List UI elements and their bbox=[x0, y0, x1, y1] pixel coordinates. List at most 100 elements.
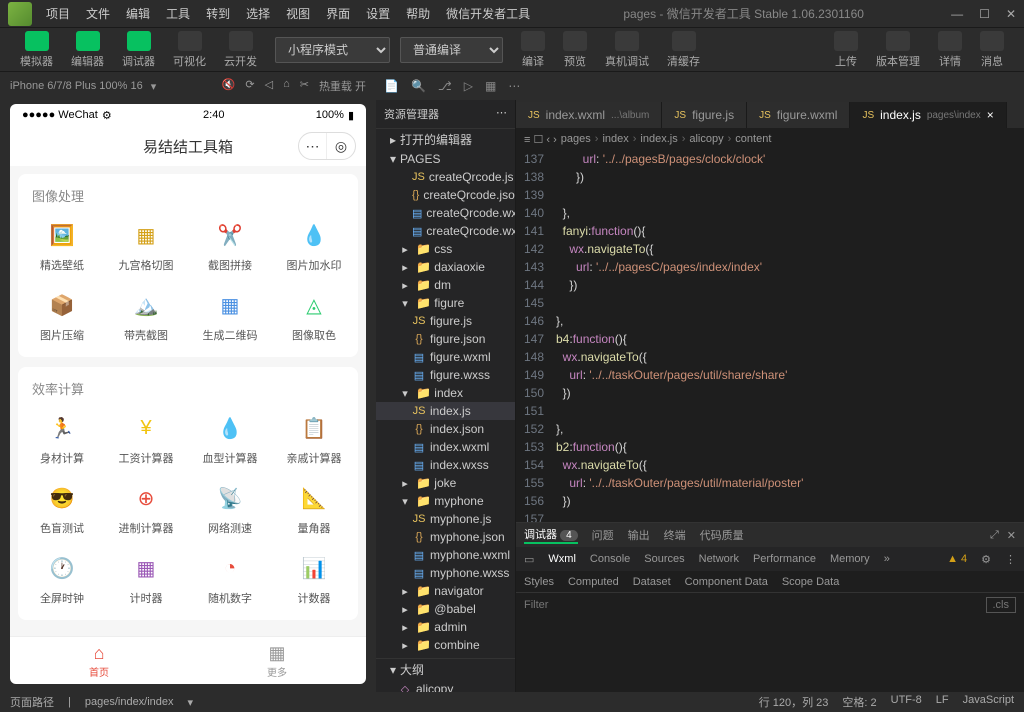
dbg-tab-输出[interactable]: 输出 bbox=[628, 527, 650, 543]
tb-真机调试[interactable]: 真机调试 bbox=[597, 29, 657, 71]
folder-@babel[interactable]: ▸ 📁 @babel bbox=[376, 600, 515, 618]
tool-血型计算器[interactable]: 💧血型计算器 bbox=[190, 406, 270, 472]
rotate-icon[interactable]: ⟳ bbox=[245, 78, 254, 94]
dbg-close-icon[interactable]: ✕ bbox=[1007, 529, 1016, 542]
tool-计时器[interactable]: ▦计时器 bbox=[106, 546, 186, 612]
tb-编译[interactable]: 编译 bbox=[513, 29, 553, 71]
styles-Component Data[interactable]: Component Data bbox=[685, 576, 768, 588]
git-icon[interactable]: ⎇ bbox=[438, 79, 452, 93]
dbg-expand-icon[interactable]: ⤢ bbox=[990, 529, 999, 542]
capsule-menu-icon[interactable]: ⋯ bbox=[299, 133, 327, 159]
tabbar-首页[interactable]: ⌂首页 bbox=[10, 637, 188, 684]
back-icon[interactable]: ◁ bbox=[265, 78, 273, 94]
menu-帮助[interactable]: 帮助 bbox=[400, 3, 436, 24]
dbg-tab-代码质量[interactable]: 代码质量 bbox=[700, 527, 744, 543]
tool-色盲测试[interactable]: 😎色盲测试 bbox=[22, 476, 102, 542]
file-createQrcode.js[interactable]: JS createQrcode.js bbox=[376, 168, 515, 186]
editor-tab-figure.js[interactable]: JSfigure.js bbox=[662, 102, 747, 128]
folder-admin[interactable]: ▸ 📁 admin bbox=[376, 618, 515, 636]
dbg-tab-终端[interactable]: 终端 bbox=[664, 527, 686, 543]
tool-网络测速[interactable]: 📡网络测速 bbox=[190, 476, 270, 542]
tool-带壳截图[interactable]: 🏔️带壳截图 bbox=[106, 283, 186, 349]
file-index.wxml[interactable]: ▤ index.wxml bbox=[376, 438, 515, 456]
folder-joke[interactable]: ▸ 📁 joke bbox=[376, 474, 515, 492]
tb-详情[interactable]: 详情 bbox=[930, 29, 970, 71]
file-figure.js[interactable]: JS figure.js bbox=[376, 312, 515, 330]
tool-图片加水印[interactable]: 💧图片加水印 bbox=[274, 213, 354, 279]
file-figure.wxml[interactable]: ▤ figure.wxml bbox=[376, 348, 515, 366]
mute-icon[interactable]: 🔇 bbox=[222, 78, 236, 94]
file-createQrcode.wxml[interactable]: ▤ createQrcode.wxml bbox=[376, 204, 515, 222]
tb-版本管理[interactable]: 版本管理 bbox=[868, 29, 928, 71]
tool-生成二维码[interactable]: ▦生成二维码 bbox=[190, 283, 270, 349]
minimize-icon[interactable]: — bbox=[951, 7, 963, 21]
cls-toggle[interactable]: .cls bbox=[986, 597, 1017, 613]
file-myphone.wxml[interactable]: ▤ myphone.wxml bbox=[376, 546, 515, 564]
tab-close-icon[interactable]: × bbox=[987, 108, 994, 122]
tool-图像取色[interactable]: ◬图像取色 bbox=[274, 283, 354, 349]
menu-文件[interactable]: 文件 bbox=[80, 3, 116, 24]
file-myphone.json[interactable]: {} myphone.json bbox=[376, 528, 515, 546]
folder-css[interactable]: ▸ 📁 css bbox=[376, 240, 515, 258]
devtool-Wxml[interactable]: Wxml bbox=[548, 553, 576, 565]
folder-daxiaoxie[interactable]: ▸ 📁 daxiaoxie bbox=[376, 258, 515, 276]
devtool-Console[interactable]: Console bbox=[590, 553, 630, 565]
tb-编辑器[interactable]: 编辑器 bbox=[63, 29, 112, 71]
dbg-tab-调试器[interactable]: 调试器 4 bbox=[524, 526, 578, 544]
home-icon[interactable]: ⌂ bbox=[283, 78, 290, 94]
search-icon[interactable]: 🔍 bbox=[411, 79, 426, 93]
file-figure.wxss[interactable]: ▤ figure.wxss bbox=[376, 366, 515, 384]
cut-icon[interactable]: ✂ bbox=[300, 78, 309, 94]
device-label[interactable]: iPhone 6/7/8 Plus 100% 16 bbox=[10, 80, 143, 92]
tb-上传[interactable]: 上传 bbox=[826, 29, 866, 71]
menu-界面[interactable]: 界面 bbox=[320, 3, 356, 24]
more-icon[interactable]: ⋯ bbox=[508, 79, 520, 93]
tool-工资计算器[interactable]: ¥工资计算器 bbox=[106, 406, 186, 472]
tool-身材计算[interactable]: 🏃身材计算 bbox=[22, 406, 102, 472]
file-createQrcode.json[interactable]: {} createQrcode.json bbox=[376, 186, 515, 204]
gear-icon[interactable]: ⚙ bbox=[981, 553, 991, 566]
tb-可视化[interactable]: 可视化 bbox=[165, 29, 214, 71]
devtool-Performance[interactable]: Performance bbox=[753, 553, 816, 565]
tool-计数器[interactable]: 📊计数器 bbox=[274, 546, 354, 612]
editor-tab-index.wxml[interactable]: JSindex.wxml ...\album bbox=[516, 102, 662, 128]
maximize-icon[interactable]: ☐ bbox=[979, 7, 990, 21]
menu-编辑[interactable]: 编辑 bbox=[120, 3, 156, 24]
dbg-tab-问题[interactable]: 问题 bbox=[592, 527, 614, 543]
file-index.json[interactable]: {} index.json bbox=[376, 420, 515, 438]
editor-tab-figure.wxml[interactable]: JSfigure.wxml bbox=[747, 102, 850, 128]
menu-设置[interactable]: 设置 bbox=[360, 3, 396, 24]
tool-截图拼接[interactable]: ✂️截图拼接 bbox=[190, 213, 270, 279]
explorer-icon[interactable]: 📄 bbox=[384, 79, 399, 93]
folder-figure[interactable]: ▾ 📁 figure bbox=[376, 294, 515, 312]
tabbar-更多[interactable]: ▦更多 bbox=[188, 637, 366, 684]
file-myphone.wxss[interactable]: ▤ myphone.wxss bbox=[376, 564, 515, 582]
ext-icon[interactable]: ▦ bbox=[485, 79, 496, 93]
outline[interactable]: ▾ 大纲 bbox=[376, 658, 515, 680]
devtool-Network[interactable]: Network bbox=[699, 553, 739, 565]
folder-combine[interactable]: ▸ 📁 combine bbox=[376, 636, 515, 654]
editor-tab-index.js[interactable]: JSindex.js pages\index × bbox=[850, 102, 1006, 128]
devtool-Memory[interactable]: Memory bbox=[830, 553, 870, 565]
explorer-more-icon[interactable]: ⋯ bbox=[496, 106, 507, 122]
styles-Styles[interactable]: Styles bbox=[524, 576, 554, 588]
tool-亲戚计算器[interactable]: 📋亲戚计算器 bbox=[274, 406, 354, 472]
folder-index[interactable]: ▾ 📁 index bbox=[376, 384, 515, 402]
file-index.js[interactable]: JS index.js bbox=[376, 402, 515, 420]
tool-图片压缩[interactable]: 📦图片压缩 bbox=[22, 283, 102, 349]
folder-dm[interactable]: ▸ 📁 dm bbox=[376, 276, 515, 294]
debug-icon[interactable]: ▷ bbox=[464, 79, 473, 93]
file-myphone.js[interactable]: JS myphone.js bbox=[376, 510, 515, 528]
close-icon[interactable]: ✕ bbox=[1006, 7, 1016, 21]
inspect-icon[interactable]: ▭ bbox=[524, 553, 534, 566]
tb-清缓存[interactable]: 清缓存 bbox=[659, 29, 708, 71]
menu-微信开发者工具[interactable]: 微信开发者工具 bbox=[440, 3, 536, 24]
file-createQrcode.wxss[interactable]: ▤ createQrcode.wxss bbox=[376, 222, 515, 240]
menu-工具[interactable]: 工具 bbox=[160, 3, 196, 24]
menu-转到[interactable]: 转到 bbox=[200, 3, 236, 24]
tool-全屏时钟[interactable]: 🕐全屏时钟 bbox=[22, 546, 102, 612]
menu-视图[interactable]: 视图 bbox=[280, 3, 316, 24]
styles-Scope Data[interactable]: Scope Data bbox=[782, 576, 839, 588]
tool-量角器[interactable]: 📐量角器 bbox=[274, 476, 354, 542]
tb-云开发[interactable]: 云开发 bbox=[216, 29, 265, 71]
